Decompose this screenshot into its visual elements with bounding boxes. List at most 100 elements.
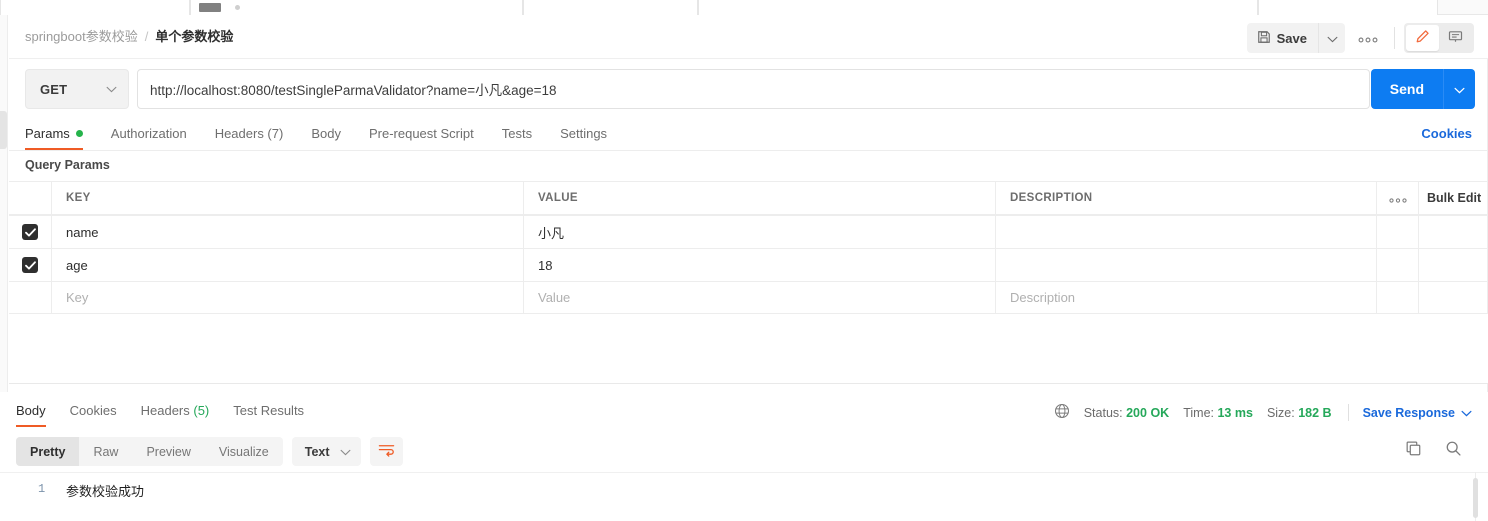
time-label: Time:	[1183, 405, 1214, 420]
comment-mode-button[interactable]	[1439, 25, 1472, 51]
response-scrollbar-thumb[interactable]	[1473, 478, 1478, 518]
content-type-select[interactable]: Text	[291, 437, 361, 466]
response-tab-test-results-label: Test Results	[233, 403, 305, 418]
search-button[interactable]	[1442, 438, 1464, 464]
tab-authorization[interactable]: Authorization	[111, 120, 203, 150]
header-actions: Save	[1246, 23, 1474, 53]
tab-strip-cell[interactable]	[1258, 0, 1438, 15]
table-options-button[interactable]	[1377, 182, 1419, 214]
response-tab-body[interactable]: Body	[16, 398, 60, 427]
tab-icon	[199, 3, 221, 12]
row-options-cell	[1377, 249, 1419, 281]
http-method-select[interactable]: GET	[25, 69, 129, 109]
row-key-cell[interactable]: name	[52, 216, 524, 248]
comment-icon	[1448, 29, 1463, 47]
chevron-down-icon	[340, 443, 351, 461]
header-key-label: KEY	[66, 192, 91, 204]
tab-params[interactable]: Params	[25, 120, 99, 150]
response-tab-cookies[interactable]: Cookies	[70, 398, 131, 427]
view-preview-button[interactable]: Preview	[132, 437, 204, 466]
save-button[interactable]: Save	[1246, 23, 1318, 53]
row-value-cell[interactable]: 18	[524, 249, 996, 281]
tab-params-label: Params	[25, 126, 70, 141]
response-view-group: Pretty Raw Preview Visualize	[16, 437, 283, 466]
row-description-cell[interactable]	[996, 216, 1377, 248]
status-divider	[1347, 404, 1349, 421]
response-tab-headers[interactable]: Headers (5)	[141, 398, 224, 427]
ellipsis-icon	[1358, 31, 1378, 46]
tab-strip-cell[interactable]	[698, 0, 1258, 15]
row-options-cell	[1377, 282, 1419, 313]
response-tab-body-label: Body	[16, 403, 46, 418]
new-value-input[interactable]: Value	[524, 282, 996, 313]
new-key-input[interactable]: Key	[52, 282, 524, 313]
tab-strip	[0, 0, 1488, 15]
tab-settings[interactable]: Settings	[560, 120, 623, 150]
copy-button[interactable]	[1402, 438, 1424, 464]
view-visualize-button[interactable]: Visualize	[205, 437, 283, 466]
tab-settings-label: Settings	[560, 126, 608, 141]
send-options-button[interactable]	[1443, 69, 1475, 109]
response-tab-test-results[interactable]: Test Results	[233, 398, 318, 427]
header-cell-description: DESCRIPTION	[996, 182, 1377, 214]
save-options-button[interactable]	[1318, 23, 1345, 53]
tab-strip-cell[interactable]	[0, 0, 190, 15]
save-response-button[interactable]: Save Response	[1363, 406, 1472, 420]
header-cell-value: VALUE	[524, 182, 996, 214]
tab-body[interactable]: Body	[311, 120, 357, 150]
time-value: 13 ms	[1217, 405, 1253, 420]
tab-dot-icon	[235, 5, 240, 10]
row-options-cell	[1377, 216, 1419, 248]
pencil-icon	[1415, 29, 1430, 47]
tab-pre-request-script-label: Pre-request Script	[368, 126, 474, 141]
bulk-edit-label: Bulk Edit	[1427, 191, 1482, 205]
row-description-cell[interactable]	[996, 249, 1377, 281]
params-empty-area	[9, 314, 1488, 384]
response-body-viewer[interactable]: 1 参数校验成功	[0, 472, 1488, 521]
row-checkbox[interactable]	[22, 224, 38, 240]
cookies-link[interactable]: Cookies	[1421, 126, 1472, 141]
sidebar-expand-handle[interactable]	[0, 111, 7, 149]
tab-headers[interactable]: Headers (7)	[215, 120, 300, 150]
url-input[interactable]: http://localhost:8080/testSingleParmaVal…	[137, 69, 1370, 109]
new-description-input[interactable]: Description	[996, 282, 1377, 313]
word-wrap-button[interactable]	[369, 437, 403, 466]
header-value-label: VALUE	[538, 192, 578, 204]
request-tab-list: Params Authorization Headers (7) Body Pr…	[25, 120, 635, 150]
chevron-down-icon	[1454, 82, 1465, 97]
row-checkbox[interactable]	[22, 257, 38, 273]
url-bar: GET http://localhost:8080/testSingleParm…	[9, 59, 1488, 121]
bulk-edit-button[interactable]: Bulk Edit	[1419, 182, 1488, 214]
header-cell-check	[9, 182, 52, 214]
save-response-label: Save Response	[1362, 405, 1455, 420]
edit-mode-button[interactable]	[1406, 25, 1439, 51]
table-row[interactable]: age 18	[9, 248, 1488, 281]
view-raw-button[interactable]: Raw	[79, 437, 132, 466]
row-spacer-cell	[1419, 249, 1488, 281]
row-key-cell[interactable]: age	[52, 249, 524, 281]
tab-strip-cell[interactable]	[523, 0, 698, 15]
row-value-value: 18	[538, 257, 553, 273]
breadcrumb-collection[interactable]: springboot参数校验	[25, 28, 138, 46]
tab-pre-request-script[interactable]: Pre-request Script	[369, 120, 490, 150]
send-button[interactable]: Send	[1370, 69, 1443, 109]
table-row-empty[interactable]: Key Value Description	[9, 281, 1488, 314]
save-button-label: Save	[1276, 30, 1307, 46]
breadcrumb-request[interactable]: 单个参数校验	[155, 28, 233, 46]
line-number: 1	[38, 482, 46, 496]
row-key-value: age	[66, 257, 88, 273]
row-value-cell[interactable]: 小凡	[524, 216, 996, 248]
word-wrap-icon	[378, 443, 395, 460]
floppy-disk-icon	[1257, 30, 1271, 47]
size-segment: Size: 182 B	[1267, 406, 1332, 420]
table-row[interactable]: name 小凡	[9, 215, 1488, 248]
response-status-bar: Status: 200 OK Time: 13 ms Size: 182 B S…	[1054, 403, 1472, 422]
tab-tests[interactable]: Tests	[502, 120, 548, 150]
response-body-actions	[1402, 438, 1464, 464]
status-label: Status:	[1083, 405, 1123, 420]
globe-icon[interactable]	[1054, 403, 1070, 422]
view-pretty-button[interactable]: Pretty	[16, 437, 80, 466]
tab-strip-cell[interactable]	[190, 0, 523, 15]
chevron-down-icon	[1327, 31, 1338, 46]
more-actions-button[interactable]	[1351, 23, 1385, 53]
